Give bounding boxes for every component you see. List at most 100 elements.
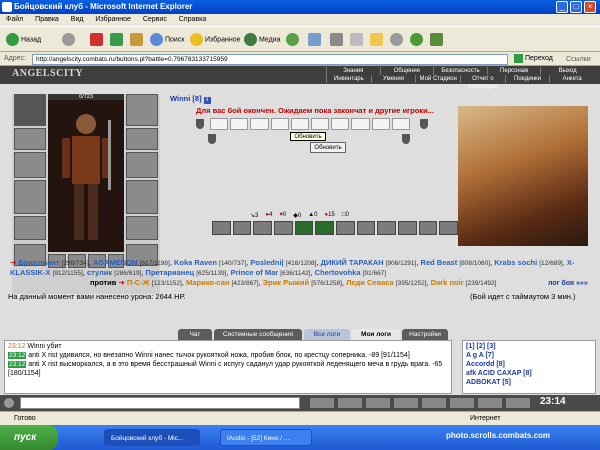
menu-favorites[interactable]: Избранное bbox=[95, 16, 130, 23]
skill-slot[interactable] bbox=[398, 221, 417, 235]
zone-cell[interactable] bbox=[250, 118, 269, 130]
weapon-slot[interactable] bbox=[14, 152, 46, 178]
tab-settings[interactable]: Настройки bbox=[402, 329, 448, 340]
tab-all-logs[interactable]: Все логи bbox=[304, 329, 350, 340]
nav-skills[interactable]: Умения bbox=[370, 75, 416, 83]
helmet-slot[interactable] bbox=[14, 94, 46, 126]
home-button[interactable] bbox=[130, 33, 145, 47]
skill-slot[interactable] bbox=[232, 221, 252, 235]
tool-button-2[interactable] bbox=[410, 33, 425, 47]
ally-name[interactable]: Бриллиант bbox=[18, 258, 59, 267]
bracer-slot[interactable] bbox=[126, 128, 158, 150]
enemy-name[interactable]: Леди Севаса bbox=[346, 278, 394, 287]
menu-view[interactable]: Вид bbox=[71, 16, 84, 23]
chat-tool-icon[interactable] bbox=[478, 398, 502, 408]
ally-name[interactable]: Prince of Mar bbox=[231, 268, 279, 277]
chat-tool-icon[interactable] bbox=[450, 398, 474, 408]
go-button[interactable]: Переход bbox=[514, 53, 553, 65]
zone-cell[interactable] bbox=[290, 118, 310, 130]
skill-slot[interactable] bbox=[294, 221, 314, 235]
tab-system-messages[interactable]: Системные сообщения bbox=[214, 329, 302, 340]
nav-knowledge[interactable]: Знания bbox=[326, 67, 380, 75]
zone-cell[interactable] bbox=[311, 118, 330, 130]
zone-cell[interactable] bbox=[391, 118, 411, 130]
belt-slot[interactable] bbox=[14, 216, 46, 240]
ally-name[interactable]: Koka Raven bbox=[174, 258, 217, 267]
links-label[interactable]: Ссылки bbox=[566, 53, 591, 67]
online-player[interactable]: ADBOKAT [5] bbox=[466, 378, 592, 387]
ally-name[interactable]: ДИКИЙ ТАРАКАН bbox=[321, 258, 384, 267]
skill-slot[interactable] bbox=[274, 221, 293, 235]
skill-slot[interactable] bbox=[315, 221, 335, 235]
ally-name[interactable]: Krabs sochi bbox=[494, 258, 537, 267]
chat-tool-icon[interactable] bbox=[394, 398, 418, 408]
folder-button[interactable] bbox=[370, 33, 385, 47]
start-button[interactable]: пуск bbox=[0, 425, 58, 450]
ally-name[interactable]: Chertovohka bbox=[315, 268, 361, 277]
skill-slot[interactable] bbox=[356, 221, 376, 235]
skill-slot[interactable] bbox=[336, 221, 355, 235]
skill-slot[interactable] bbox=[212, 221, 231, 235]
tool-button-1[interactable] bbox=[390, 33, 405, 47]
tool-button-3[interactable] bbox=[430, 33, 445, 47]
zone-cell[interactable] bbox=[230, 118, 249, 130]
chat-tool-icon[interactable] bbox=[506, 398, 530, 408]
menu-file[interactable]: Файл bbox=[6, 16, 23, 23]
skill-slot[interactable] bbox=[439, 221, 459, 235]
taskbar-item[interactable]: Бойцовский клуб - Mic... bbox=[104, 429, 200, 446]
tab-chat[interactable]: Чат bbox=[178, 329, 212, 340]
zone-cell[interactable] bbox=[351, 118, 370, 130]
player-name[interactable]: Winni [8] i bbox=[170, 94, 211, 104]
nav-fights[interactable]: Поединки bbox=[504, 75, 550, 83]
message-time[interactable]: 23:12 bbox=[8, 361, 27, 368]
zone-cell[interactable] bbox=[331, 118, 350, 130]
boots-slot[interactable] bbox=[126, 216, 158, 240]
nav-transfers[interactable]: Отчет о переводах bbox=[460, 75, 505, 90]
refresh-button[interactable]: Обновить bbox=[310, 142, 346, 153]
history-button[interactable] bbox=[286, 33, 301, 47]
nav-stadium[interactable]: Мой Стадион bbox=[415, 75, 460, 83]
chat-tool-icon[interactable] bbox=[366, 398, 390, 408]
media-button[interactable]: Медиа bbox=[244, 33, 281, 47]
zone-cell[interactable] bbox=[371, 118, 390, 130]
online-player[interactable]: afk ACID CAXAP [8] bbox=[466, 369, 592, 378]
search-button[interactable]: Поиск bbox=[150, 33, 184, 47]
print-button[interactable] bbox=[330, 33, 345, 47]
battle-log-link[interactable]: лог боя »»» bbox=[548, 280, 588, 287]
skill-slot[interactable] bbox=[253, 221, 273, 235]
forward-button[interactable] bbox=[62, 33, 77, 47]
info-icon[interactable]: i bbox=[203, 97, 211, 104]
chat-tool-icon[interactable] bbox=[310, 398, 334, 408]
minimize-button[interactable]: _ bbox=[556, 1, 568, 13]
online-player[interactable]: Accordd [8] bbox=[466, 360, 592, 369]
close-button[interactable]: × bbox=[584, 1, 596, 13]
taskbar-item[interactable]: tAudio - [52] Кино / ... bbox=[220, 429, 312, 446]
enemy-name[interactable]: П-С-Ж bbox=[127, 278, 150, 287]
favorites-button[interactable]: Избранное bbox=[190, 33, 240, 47]
zone-cell[interactable] bbox=[210, 118, 229, 130]
nav-communication[interactable]: Общение bbox=[379, 67, 434, 75]
mail-button[interactable] bbox=[308, 33, 323, 47]
menu-edit[interactable]: Правка bbox=[35, 16, 59, 23]
chat-tool-icon[interactable] bbox=[338, 398, 362, 408]
ally-name[interactable]: AGAMENON bbox=[93, 258, 138, 267]
nav-security[interactable]: Безопасность bbox=[433, 67, 487, 75]
gloves-slot[interactable] bbox=[126, 180, 158, 214]
address-input[interactable]: http://angelscity.combats.ru/buttons.pl?… bbox=[32, 54, 508, 65]
refresh-page-button[interactable] bbox=[110, 33, 125, 47]
ally-name[interactable]: стулик bbox=[87, 268, 112, 277]
zone-cell[interactable] bbox=[270, 118, 289, 130]
ally-name[interactable]: Red Beast bbox=[421, 258, 458, 267]
nav-exit[interactable]: Выход bbox=[540, 67, 594, 75]
menu-tools[interactable]: Сервис bbox=[143, 16, 167, 23]
maximize-button[interactable]: □ bbox=[570, 1, 582, 13]
message-time[interactable]: 23:12 bbox=[8, 343, 26, 350]
skill-slot[interactable] bbox=[377, 221, 397, 235]
skill-slot[interactable] bbox=[418, 221, 438, 235]
edit-button[interactable] bbox=[350, 33, 365, 47]
amulet-slot[interactable] bbox=[14, 128, 46, 150]
earrings-slot[interactable] bbox=[126, 94, 158, 126]
online-player[interactable]: A g A [7] bbox=[466, 351, 592, 360]
enemy-name[interactable]: Эрик Рыжий bbox=[263, 278, 309, 287]
ally-name[interactable]: Претарианец bbox=[146, 268, 195, 277]
